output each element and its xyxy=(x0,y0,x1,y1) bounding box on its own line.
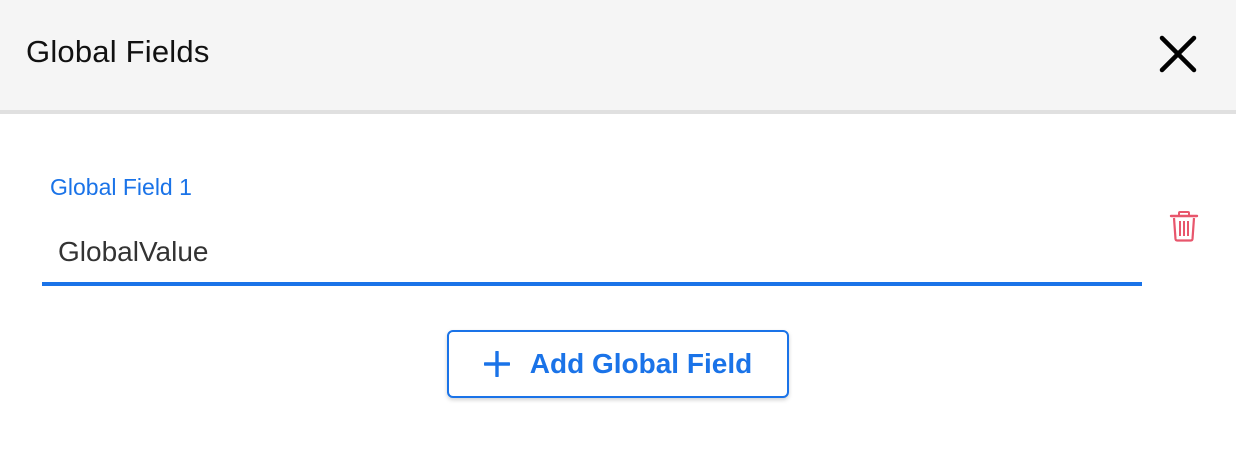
plus-icon xyxy=(483,351,510,377)
trash-icon xyxy=(1169,211,1199,246)
global-field-label: Global Field 1 xyxy=(50,174,192,200)
close-icon xyxy=(1156,32,1200,76)
add-global-field-button[interactable]: Add Global Field xyxy=(447,330,789,398)
add-global-field-label: Add Global Field xyxy=(529,348,753,379)
global-fields-dialog: Global Fields Global Field 1 GlobalValue… xyxy=(0,0,1236,468)
close-button[interactable] xyxy=(1156,32,1200,76)
dialog-title: Global Fields xyxy=(26,34,210,69)
delete-field-button[interactable] xyxy=(1169,210,1199,242)
dialog-header: Global Fields xyxy=(0,0,1236,114)
global-field-input[interactable] xyxy=(42,222,1142,286)
